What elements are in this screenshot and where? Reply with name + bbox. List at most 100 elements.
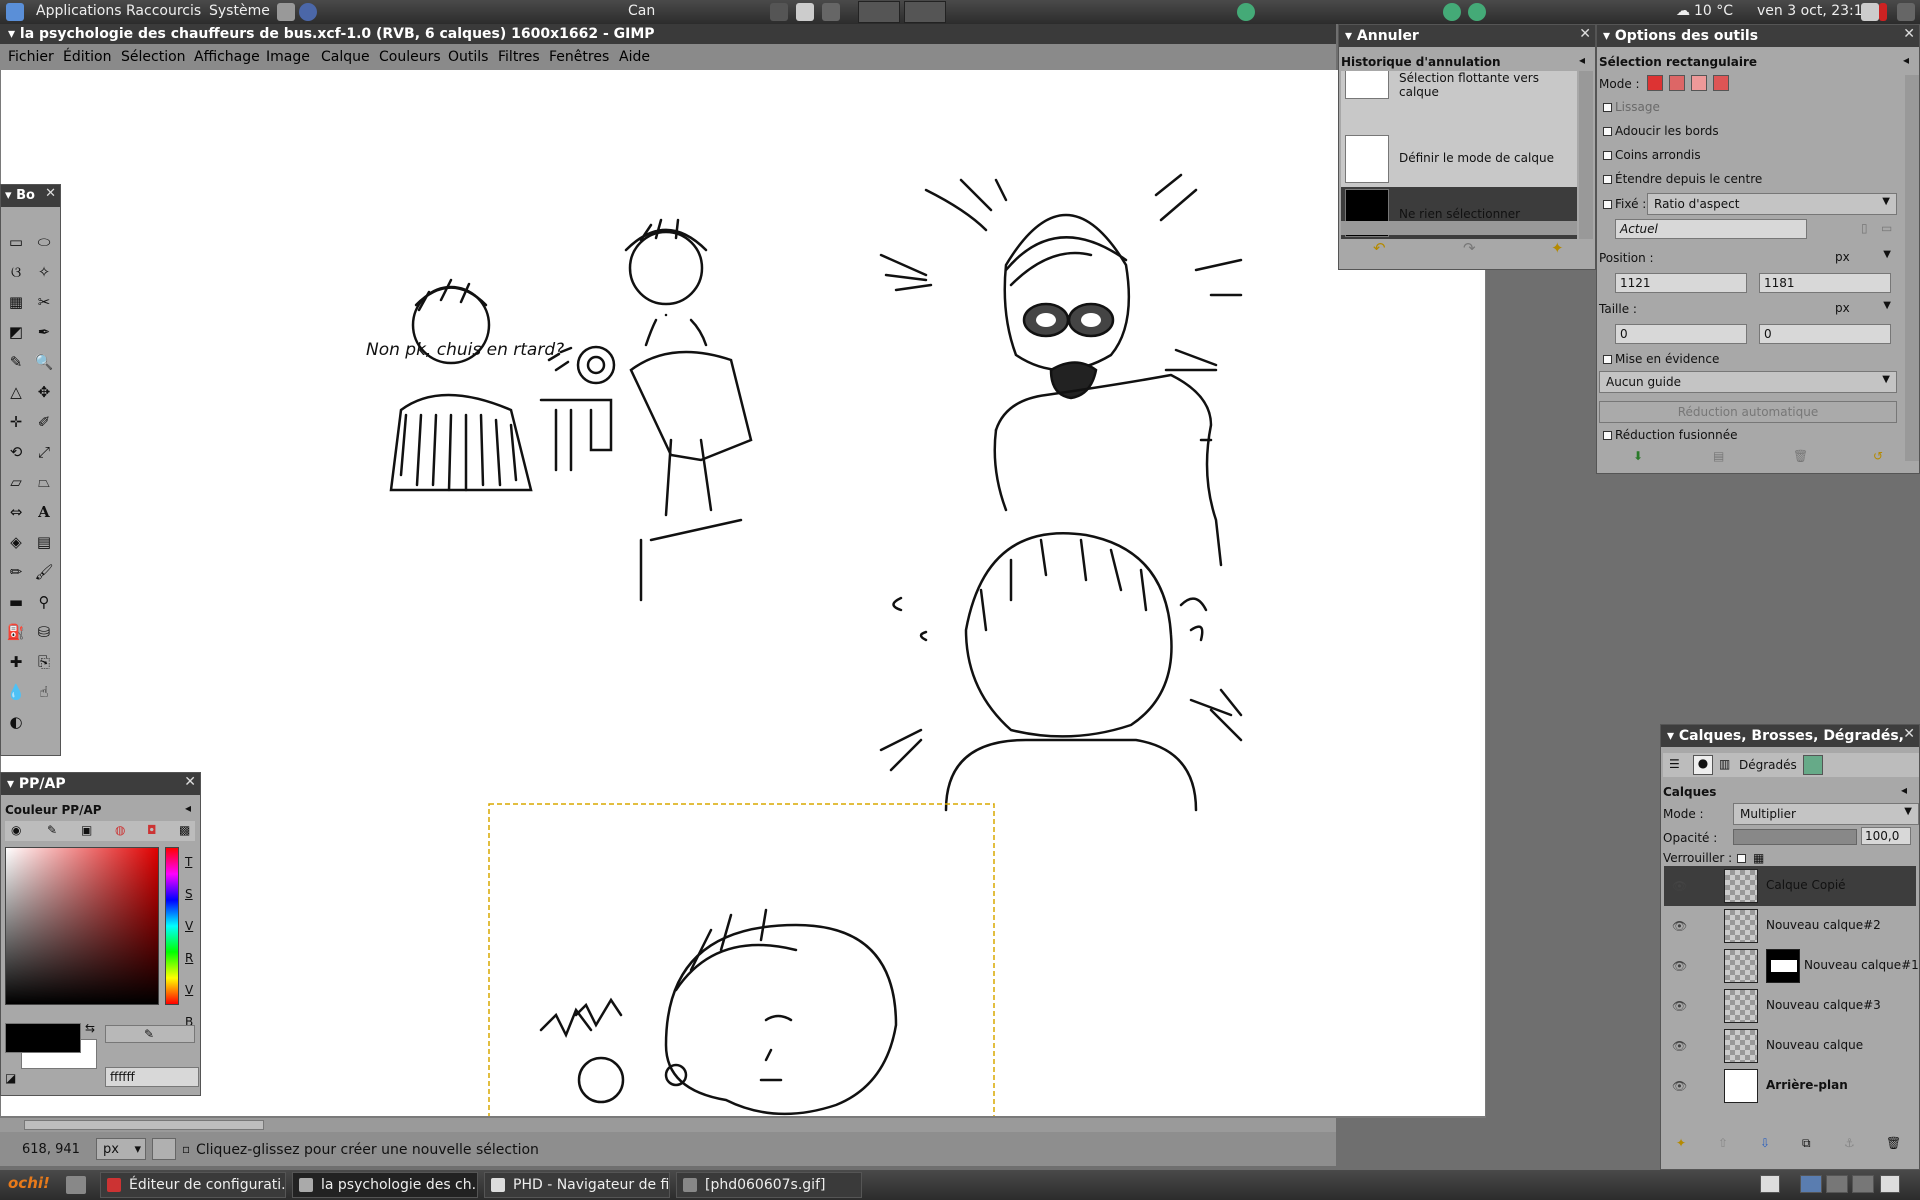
channel-t[interactable]: T <box>185 855 192 869</box>
heal-tool[interactable]: ✚ <box>5 651 27 673</box>
layer-row[interactable]: 👁 Nouveau calque#1 <box>1664 946 1919 986</box>
power-icon[interactable] <box>1897 3 1915 21</box>
menu-fenetres[interactable]: Fenêtres <box>549 49 609 65</box>
weather-temp[interactable]: 10 °C <box>1694 3 1733 19</box>
move-tool[interactable]: ✥ <box>33 381 55 403</box>
workspace-switcher-2[interactable] <box>1826 1175 1848 1193</box>
task-config-editor[interactable]: Éditeur de configurati... <box>100 1172 286 1198</box>
window-menu-icon[interactable]: ▾ <box>7 776 14 792</box>
text-tool[interactable]: A <box>33 501 55 523</box>
blend-tool[interactable]: ▤ <box>33 531 55 553</box>
position-unit-combo[interactable]: px ▼ <box>1829 247 1897 269</box>
unit-selector[interactable]: px ▾ <box>96 1138 146 1160</box>
expand-center-checkbox[interactable] <box>1603 175 1612 184</box>
paintbrush-tool[interactable]: 🖌 <box>33 561 55 583</box>
globe-icon-2[interactable] <box>1443 3 1461 21</box>
launcher-icon[interactable] <box>66 1176 86 1194</box>
bucket-fill-tool[interactable]: ◈ <box>5 531 27 553</box>
undo-icon[interactable]: ↶ <box>1373 239 1386 257</box>
zoom-selector[interactable] <box>152 1138 176 1160</box>
align-tool[interactable]: ✛ <box>5 411 27 433</box>
autoshrink-button[interactable]: Réduction automatique <box>1599 401 1897 423</box>
eraser-tool[interactable]: ▬ <box>5 591 27 613</box>
save-options-icon[interactable]: ⬇ <box>1633 449 1643 463</box>
tab-menu-icon[interactable]: ◂ <box>1579 53 1585 67</box>
mail-icon[interactable] <box>1861 3 1879 21</box>
window-menu-icon[interactable]: ▾ <box>5 188 12 203</box>
menu-selection[interactable]: Sélection <box>121 49 186 65</box>
mode-add-icon[interactable] <box>1669 75 1685 91</box>
rounded-checkbox[interactable] <box>1603 151 1612 160</box>
visibility-eye-icon[interactable]: 👁 <box>1672 879 1687 893</box>
landscape-icon[interactable]: ▭ <box>1881 221 1892 235</box>
opacity-slider[interactable] <box>1733 829 1857 845</box>
size-width-input[interactable]: 0 <box>1615 324 1747 344</box>
tab-menu-icon[interactable]: ◂ <box>185 801 191 815</box>
new-layer-icon[interactable]: ✦ <box>1676 1136 1686 1150</box>
workspace-switcher-3[interactable] <box>1852 1175 1874 1193</box>
task-gimp-image[interactable]: la psychologie des ch... <box>292 1172 478 1198</box>
workspace-switcher-1[interactable] <box>1800 1175 1822 1193</box>
menu-affichage[interactable]: Affichage <box>194 49 260 65</box>
reset-options-icon[interactable]: ↺ <box>1873 449 1883 463</box>
menu-edition[interactable]: Édition <box>63 49 111 65</box>
scale-selector-icon[interactable]: ▩ <box>179 823 190 837</box>
channel-g[interactable]: V <box>185 983 193 997</box>
tab-layers-icon[interactable]: ☰ <box>1669 757 1680 771</box>
undo-hscrollbar[interactable] <box>1341 221 1577 235</box>
lock-alpha-checkbox[interactable] <box>1737 854 1746 863</box>
gnome-foot-icon[interactable] <box>6 3 24 21</box>
workspace-1[interactable] <box>858 1 900 23</box>
tab-menu-icon[interactable]: ◂ <box>1901 783 1907 797</box>
delete-options-icon[interactable]: 🗑 <box>1793 449 1808 463</box>
menu-calque[interactable]: Calque <box>321 49 370 65</box>
portrait-icon[interactable]: ▯ <box>1861 221 1868 235</box>
tab-patterns-icon[interactable] <box>1803 755 1823 775</box>
layer-mask-thumb[interactable] <box>1766 949 1800 983</box>
close-icon[interactable]: ✕ <box>1903 26 1915 42</box>
scroll-thumb[interactable] <box>24 1120 264 1130</box>
layer-row[interactable]: 👁 Nouveau calque#2 <box>1664 906 1916 946</box>
window-menu-icon[interactable]: ▾ <box>1345 28 1352 44</box>
task-file-browser[interactable]: PHD - Navigateur de fi... <box>484 1172 670 1198</box>
scissors-tool[interactable]: ✂ <box>33 291 55 313</box>
layer-name[interactable]: Nouveau calque#1 <box>1804 958 1919 972</box>
layer-mode-combo[interactable]: Multiplier ▼ <box>1733 803 1919 825</box>
guides-combo[interactable]: Aucun guide ▼ <box>1599 371 1897 393</box>
channel-s[interactable]: S <box>185 887 193 901</box>
mode-intersect-icon[interactable] <box>1713 75 1729 91</box>
palette-selector-icon[interactable]: ◘ <box>147 823 157 837</box>
close-icon[interactable]: ✕ <box>1579 26 1591 42</box>
layer-row[interactable]: 👁 Arrière-plan <box>1664 1066 1916 1106</box>
applications-menu[interactable]: Applications <box>36 3 122 19</box>
window-menu-icon[interactable]: ▾ <box>1603 28 1610 44</box>
position-y-input[interactable]: 1181 <box>1759 273 1891 293</box>
redo-icon[interactable]: ↷ <box>1463 239 1476 257</box>
blur-tool[interactable]: 💧 <box>5 681 27 703</box>
layer-row-selected[interactable]: 👁 Calque Copié <box>1664 866 1916 906</box>
size-unit-combo[interactable]: px ▼ <box>1829 298 1897 320</box>
color-square[interactable] <box>5 847 159 1005</box>
measure-tool[interactable]: △ <box>5 381 27 403</box>
menu-outils[interactable]: Outils <box>448 49 488 65</box>
raise-layer-icon[interactable]: ⇧ <box>1718 1136 1728 1150</box>
rect-select-tool[interactable]: ▭ <box>5 231 27 253</box>
channel-v[interactable]: V <box>185 919 193 933</box>
cmyk-selector-icon[interactable]: ✎ <box>47 823 57 837</box>
position-x-input[interactable]: 1121 <box>1615 273 1747 293</box>
pencil-tool[interactable]: ✏ <box>5 561 27 583</box>
perspective-clone-tool[interactable]: ⎘ <box>33 651 55 673</box>
foreground-select-tool[interactable]: ◩ <box>5 321 27 343</box>
clock[interactable]: ven 3 oct, 23:18 <box>1757 3 1872 19</box>
lasso-tool[interactable]: ଓ <box>5 261 27 283</box>
layer-row[interactable]: 👁 Nouveau calque <box>1664 1026 1916 1066</box>
airbrush-tool[interactable]: ⚲ <box>33 591 55 613</box>
undo-item[interactable]: Sélection flottante vers calque <box>1341 71 1577 101</box>
shear-tool[interactable]: ▱ <box>5 471 27 493</box>
options-scrollbar[interactable] <box>1905 75 1919 461</box>
rotate-tool[interactable]: ⟲ <box>5 441 27 463</box>
visibility-eye-icon[interactable]: 👁 <box>1672 959 1687 973</box>
close-icon[interactable]: ✕ <box>184 774 196 790</box>
duplicate-layer-icon[interactable]: ⧉ <box>1802 1136 1811 1151</box>
highlight-checkbox[interactable] <box>1603 355 1612 364</box>
